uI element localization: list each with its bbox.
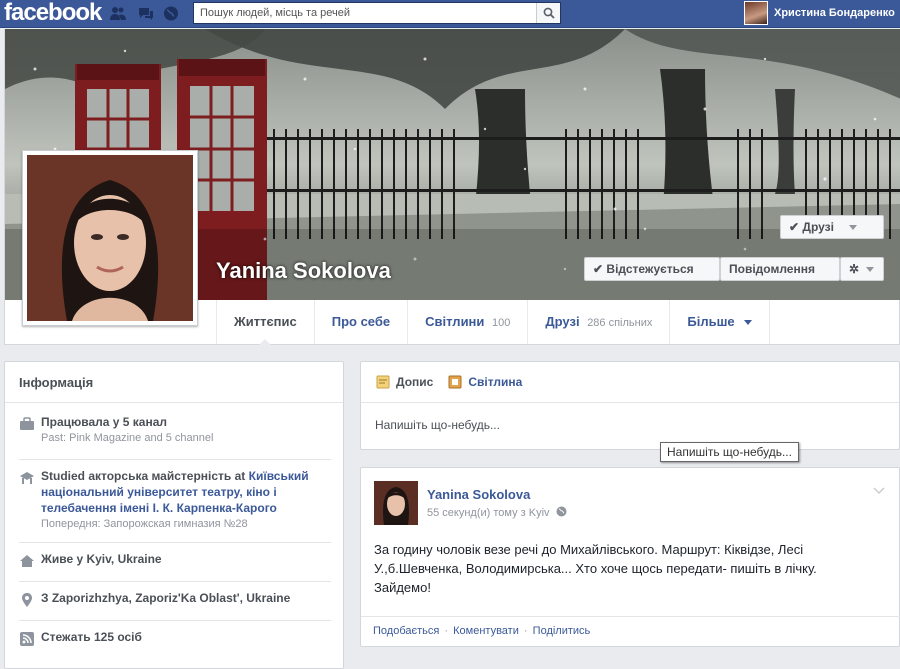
top-bar: facebook Христина Бондаренко: [0, 0, 900, 28]
lives-in-item: Живе у Kyiv, Ukraine: [19, 551, 331, 582]
post-composer: Допис Світлина Напишіть що-небудь...: [360, 361, 900, 450]
following-button[interactable]: ✔ Відстежується: [584, 257, 720, 281]
messages-icon[interactable]: [138, 6, 154, 21]
composer-tooltip: Напишіть що-небудь...: [660, 442, 799, 462]
tab-friends[interactable]: Друзі 286 спільних: [528, 300, 671, 344]
search-input[interactable]: [194, 3, 532, 23]
tab-label: Світлини: [425, 314, 485, 329]
following-button-label: Відстежується: [606, 262, 694, 276]
post-author-avatar[interactable]: [374, 481, 418, 525]
search-box: [193, 2, 561, 24]
action-separator: ·: [523, 625, 528, 637]
checkmark-icon: ✔: [593, 262, 604, 276]
profile-picture[interactable]: [22, 150, 198, 326]
friend-requests-icon[interactable]: [110, 6, 126, 21]
chevron-down-icon: [866, 267, 875, 273]
profile-tabs: Життєпис Про себе Світлини 100 Друзі 286…: [216, 300, 771, 345]
post-author-name[interactable]: Yanina Sokolova: [427, 487, 530, 502]
friends-button-label: Друзі: [802, 220, 834, 234]
globe-privacy-icon: [556, 506, 567, 519]
composer-input[interactable]: Напишіть що-небудь...: [361, 403, 899, 447]
tab-label: Більше: [687, 314, 735, 329]
facebook-logo[interactable]: facebook: [4, 0, 102, 26]
comment-link[interactable]: Коментувати: [453, 625, 519, 637]
composer-tab-status[interactable]: Допис: [375, 374, 433, 390]
rss-icon: [20, 632, 34, 646]
tab-count: 100: [492, 317, 511, 329]
briefcase-icon: [20, 417, 34, 430]
tab-label: Про себе: [331, 314, 391, 329]
work-text[interactable]: Працювала у 5 канал: [41, 414, 331, 430]
info-card-title: Інформація: [5, 362, 343, 403]
post-actions-bar: Подобається · Коментувати · Поділитись: [361, 616, 900, 645]
education-text: Studied акторська майстерність at: [41, 469, 249, 483]
education-subtext: Попередня: Запорожская гимназия №28: [41, 518, 248, 530]
action-separator: ·: [444, 625, 449, 637]
friends-button[interactable]: ✔ Друзі: [780, 215, 884, 239]
share-link[interactable]: Поділитись: [533, 625, 591, 637]
tab-timeline[interactable]: Життєпис: [216, 300, 315, 345]
composer-tab-photo[interactable]: Світлина: [447, 374, 522, 390]
tab-label: Життєпис: [234, 314, 297, 329]
profile-name: Yanina Sokolova: [216, 258, 391, 283]
tab-label: Друзі: [545, 314, 580, 329]
hometown-text[interactable]: З Zaporizhzhya, Zaporiz'Ka Oblast', Ukra…: [41, 590, 331, 606]
user-avatar[interactable]: [744, 1, 768, 25]
followers-item: Стежать 125 осіб: [19, 629, 331, 655]
tab-count: 286 спільних: [587, 317, 653, 329]
message-button[interactable]: Повідомлення: [720, 257, 840, 281]
feed-post: Yanina Sokolova 55 секунд(и) тому з Kyiv…: [360, 467, 900, 647]
composer-tab-label: Допис: [396, 375, 434, 389]
location-pin-icon: [22, 593, 32, 607]
tab-about[interactable]: Про себе: [315, 300, 409, 344]
settings-menu-button[interactable]: ✲: [840, 257, 884, 281]
info-card: Інформація Працювала у 5 канал Past: Pin…: [4, 361, 344, 669]
lives-in-text[interactable]: Живе у Kyiv, Ukraine: [41, 551, 331, 567]
school-icon: [20, 472, 34, 484]
followers-text[interactable]: Стежать 125 осіб: [41, 629, 331, 645]
like-link[interactable]: Подобається: [373, 625, 439, 637]
user-name-link[interactable]: Христина Бондаренко: [774, 7, 895, 19]
post-body-text: За годину чоловік везе речі до Михайлівс…: [374, 542, 817, 595]
composer-tab-label: Світлина: [468, 375, 523, 389]
education-item: Studied акторська майстерність at Київсь…: [19, 468, 331, 543]
gear-icon: ✲: [849, 262, 860, 276]
tab-photos[interactable]: Світлини 100: [408, 300, 529, 344]
hometown-item: З Zaporizhzhya, Zaporiz'Ka Oblast', Ukra…: [19, 590, 331, 621]
message-button-label: Повідомлення: [729, 262, 815, 276]
search-button[interactable]: [536, 3, 560, 23]
chevron-down-icon: [744, 320, 753, 326]
work-item: Працювала у 5 канал Past: Pink Magazine …: [19, 414, 331, 460]
search-icon: [543, 7, 555, 19]
post-timestamp[interactable]: 55 секунд(и) тому з Kyiv: [427, 507, 550, 519]
chevron-down-icon: [849, 225, 858, 231]
notifications-globe-icon[interactable]: [163, 6, 179, 21]
work-subtext: Past: Pink Magazine and 5 channel: [41, 432, 214, 444]
profile-header: Yanina Sokolova ✔ Друзі ✔ Відстежується …: [4, 29, 900, 345]
photo-icon: [448, 375, 462, 389]
checkmark-icon: ✔: [789, 220, 800, 234]
home-icon: [20, 555, 34, 567]
pencil-note-icon: [376, 375, 390, 389]
post-options-chevron-icon[interactable]: [873, 484, 885, 498]
tab-more[interactable]: Більше: [670, 300, 771, 344]
